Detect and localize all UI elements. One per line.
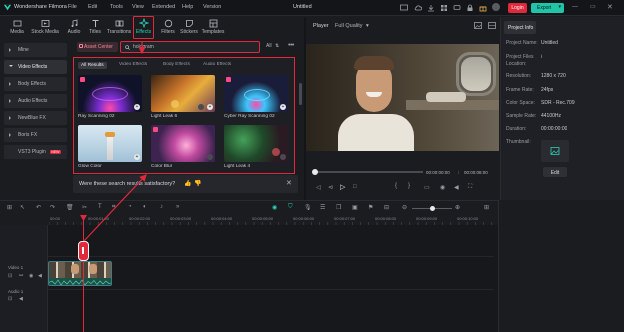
annotation-arrows [83, 41, 147, 242]
